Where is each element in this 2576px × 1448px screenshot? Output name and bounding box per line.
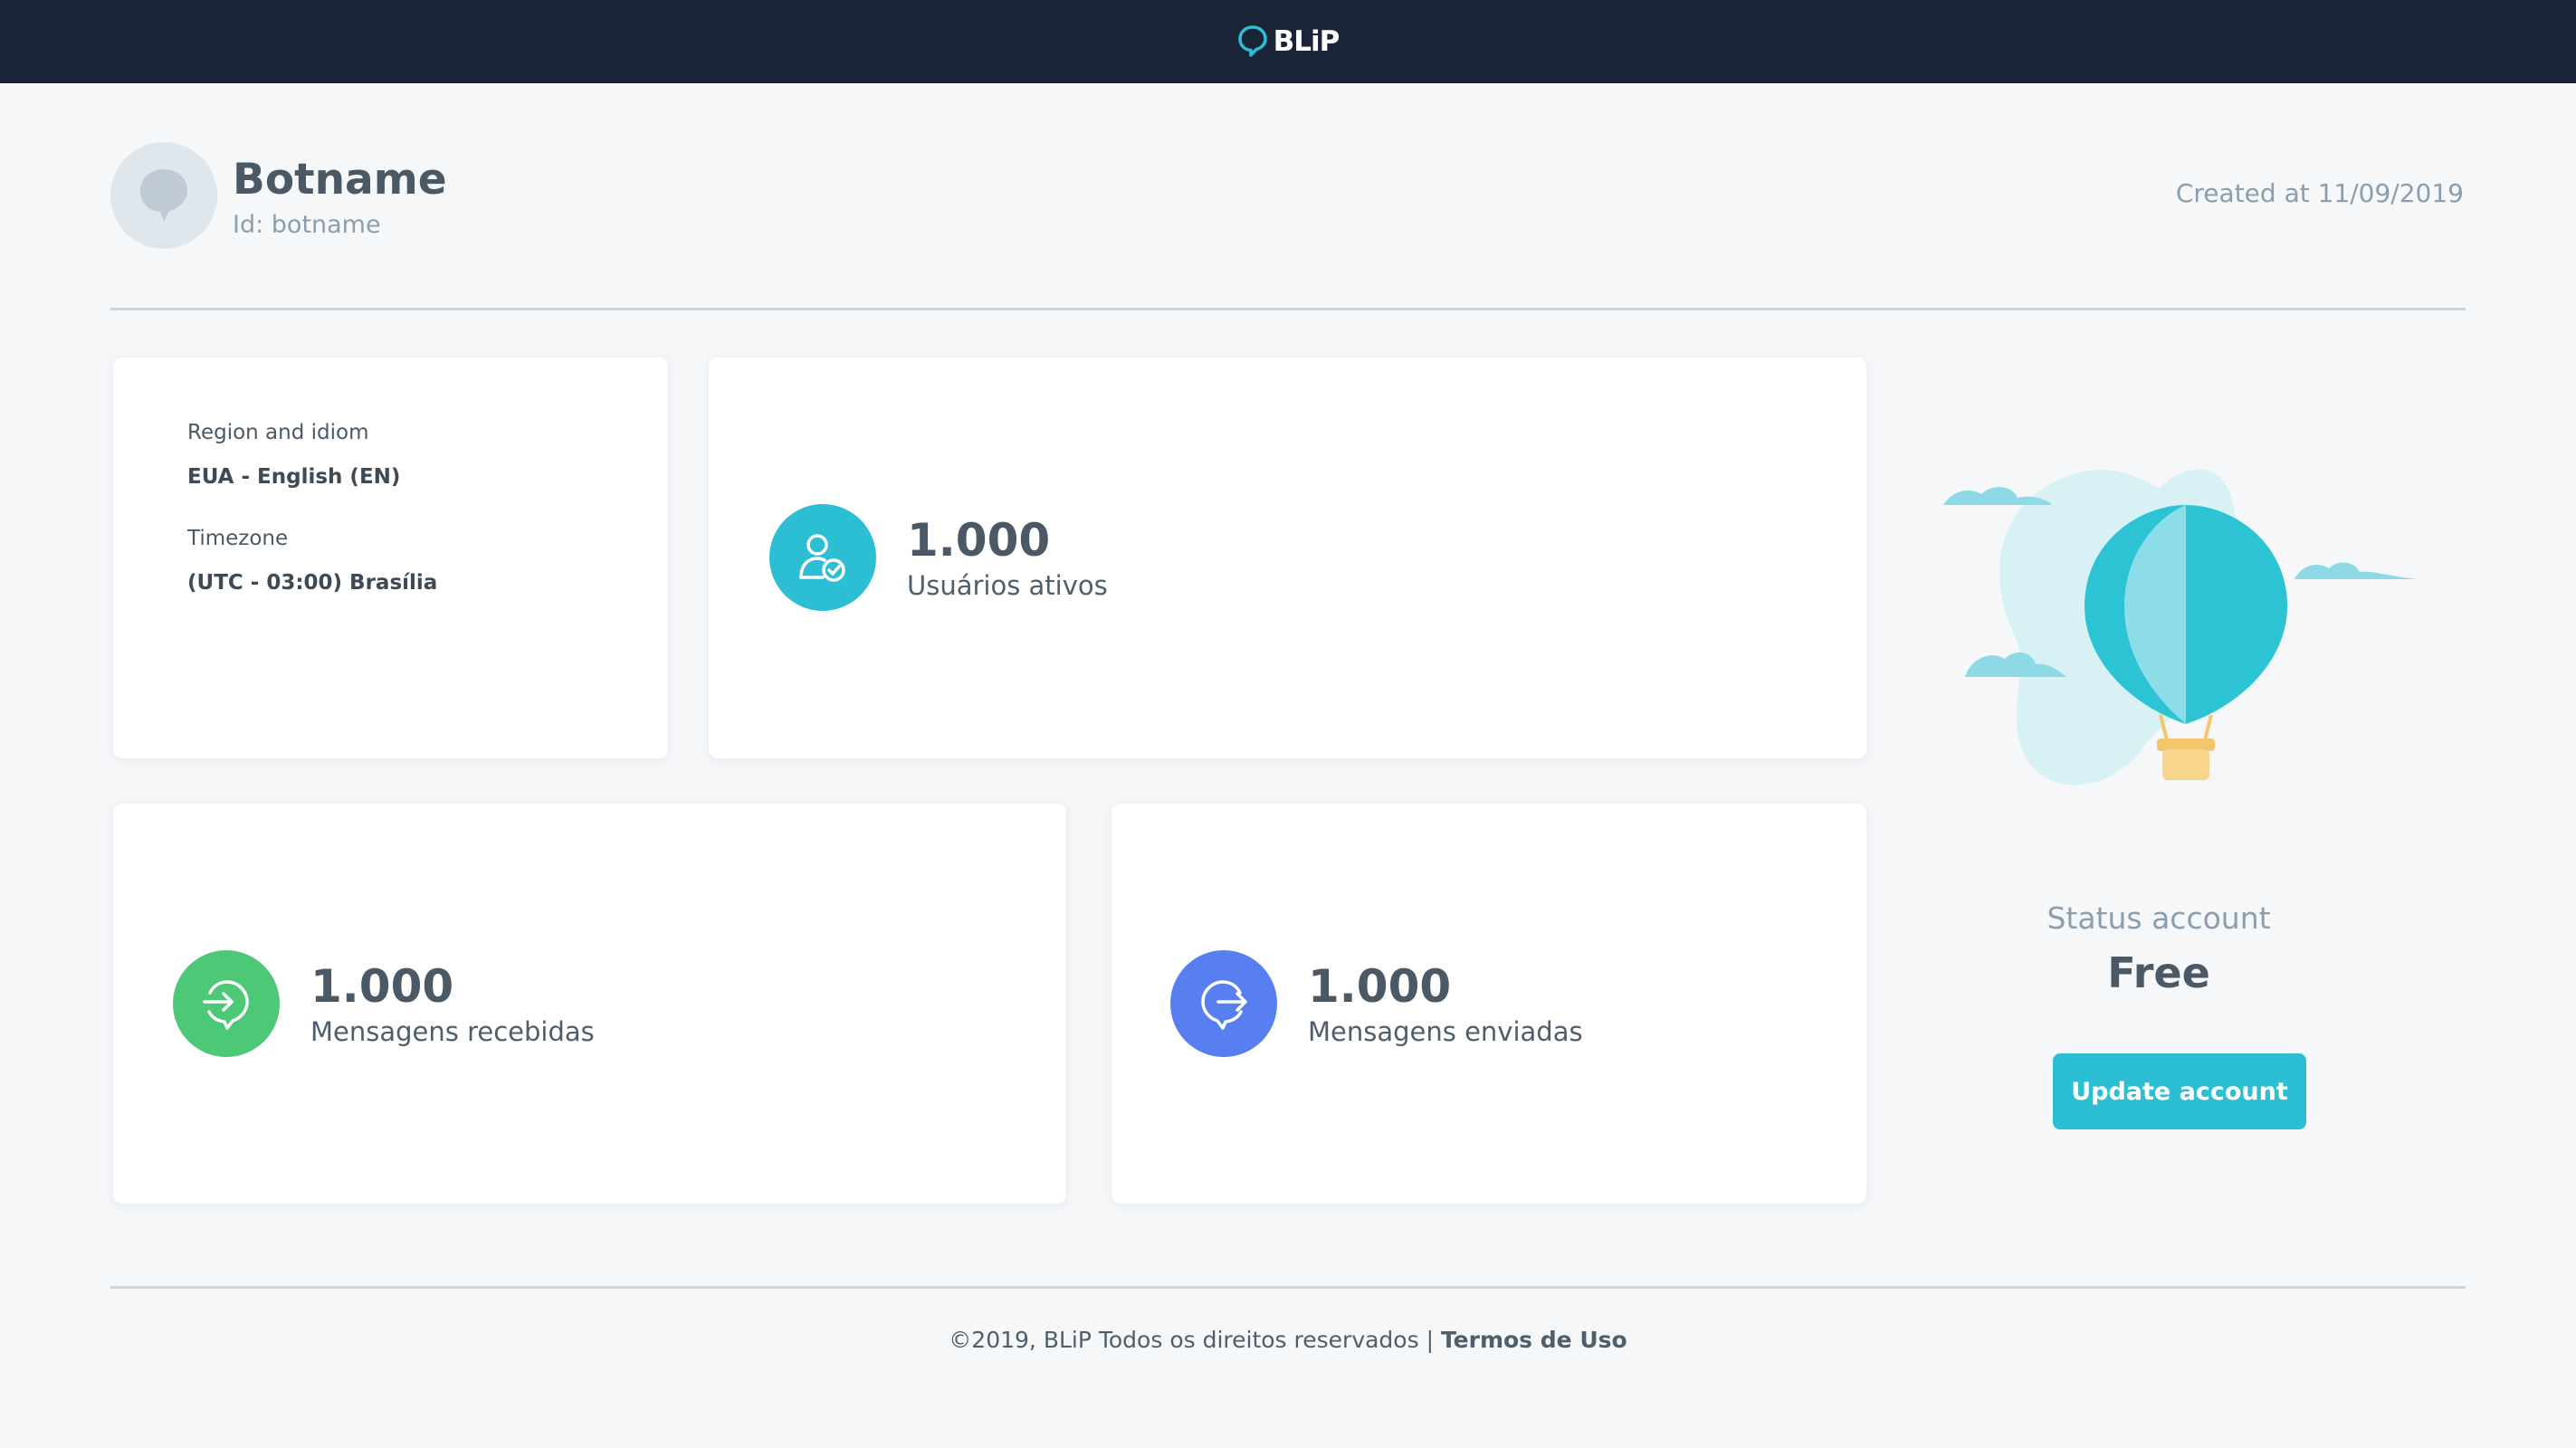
active-users-value: 1.000 (907, 514, 1051, 567)
received-messages-value: 1.000 (310, 960, 454, 1013)
status-account-value: Free (2107, 948, 2210, 997)
sent-messages-stat: 1.000 Mensagens enviadas (1170, 950, 1583, 1057)
footer-copyright: ©2019, BLiP Todos os direitos reservados… (949, 1327, 1441, 1353)
footer: ©2019, BLiP Todos os direitos reservados… (0, 1327, 2576, 1353)
region-value: EUA - English (EN) (187, 465, 401, 489)
sent-messages-label: Mensagens enviadas (1308, 1016, 1583, 1047)
bot-id: Id: botname (233, 211, 381, 239)
message-out-icon (1170, 950, 1277, 1057)
bot-name: Botname (233, 155, 447, 205)
received-messages-card: 1.000 Mensagens recebidas (113, 804, 1066, 1204)
message-in-icon (173, 950, 280, 1057)
region-info-card: Region and idiom EUA - English (EN) Time… (113, 357, 668, 758)
terms-link[interactable]: Termos de Uso (1441, 1327, 1627, 1353)
hot-air-balloon-icon (1943, 469, 2417, 786)
header-divider (110, 308, 2466, 310)
sent-messages-card: 1.000 Mensagens enviadas (1111, 804, 1866, 1204)
speech-bubble-icon (1237, 25, 1267, 57)
footer-divider (110, 1286, 2466, 1289)
active-users-card: 1.000 Usuários ativos (709, 357, 1866, 758)
region-label: Region and idiom (187, 421, 369, 444)
received-messages-label: Mensagens recebidas (310, 1016, 595, 1047)
bot-header: Botname Id: botname Created at 11/09/201… (110, 142, 2464, 251)
status-account-label: Status account (2046, 900, 2271, 936)
timezone-value: (UTC - 03:00) Brasília (187, 571, 438, 595)
active-users-stat: 1.000 Usuários ativos (769, 504, 1108, 611)
active-users-label: Usuários ativos (907, 570, 1108, 601)
top-bar: BLiP (0, 0, 2576, 83)
bot-avatar (110, 142, 217, 249)
timezone-label: Timezone (187, 527, 289, 550)
created-date: Created at 11/09/2019 (2175, 178, 2464, 208)
update-account-button[interactable]: Update account (2053, 1053, 2306, 1129)
brand-name: BLiP (1273, 25, 1340, 58)
sent-messages-value: 1.000 (1308, 960, 1452, 1013)
user-check-icon (769, 504, 876, 611)
received-messages-stat: 1.000 Mensagens recebidas (173, 950, 595, 1057)
brand-logo[interactable]: BLiP (1237, 24, 1340, 59)
chat-bubble-icon (140, 169, 187, 222)
